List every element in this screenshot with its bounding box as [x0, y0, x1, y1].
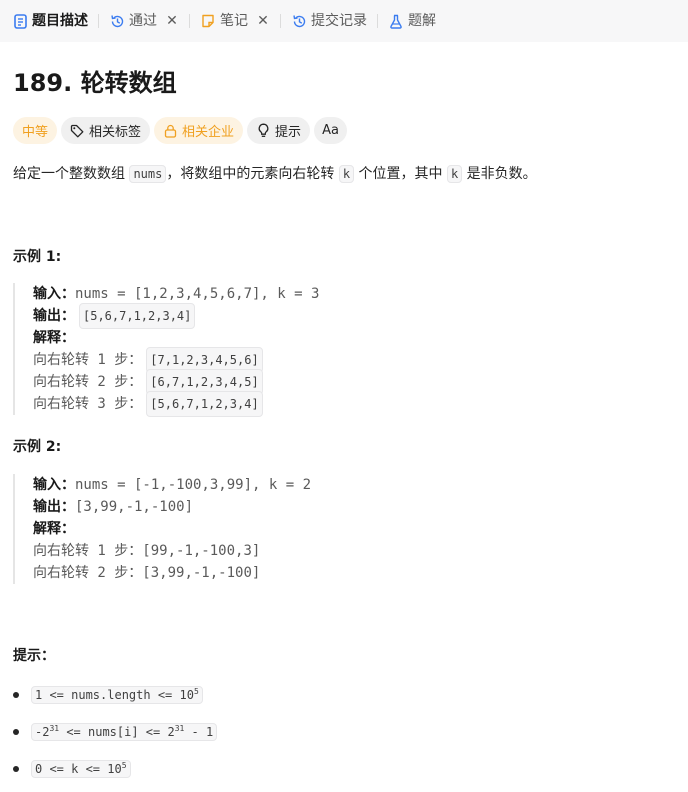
tab-notes[interactable]: 笔记 ✕ [196, 0, 274, 42]
explain-step: 向右轮转 1 步： [99,-1,-100,3] [33, 540, 311, 562]
font-toggle-label: Aa [322, 123, 339, 138]
history-icon [291, 13, 307, 29]
tab-accepted[interactable]: 通过 ✕ [105, 0, 183, 42]
lock-icon [163, 124, 177, 138]
constraint-exponent: 5 [121, 761, 127, 770]
input-label: 输入： [33, 286, 75, 302]
step-text: 向右轮转 1 步： [33, 543, 143, 559]
example-1-block: 输入： nums = [1,2,3,4,5,6,7], k = 3 输出： [5… [13, 283, 319, 417]
step-value: [99,-1,-100,3] [142, 543, 261, 559]
example-1-heading: 示例 1: [13, 249, 62, 265]
description-text: 给定一个整数数组 [13, 166, 130, 182]
constraint-code: 1 <= nums.length <= 105 [31, 686, 203, 704]
description-text: ，将数组中的元素向右轮转 [166, 166, 339, 182]
related-tags-label: 相关标签 [89, 125, 142, 140]
note-icon [200, 13, 216, 29]
tab-divider [98, 14, 99, 28]
step-value: [5,6,7,1,2,3,4] [146, 391, 263, 417]
tab-description-label: 题目描述 [32, 13, 88, 29]
input-label: 输入： [33, 477, 75, 493]
tab-accepted-label: 通过 [129, 13, 157, 29]
constraints-list: 1 <= nums.length <= 105 -231 <= nums[i] … [13, 683, 218, 792]
constraint-text: - 1 [184, 725, 214, 739]
output-label: 输出： [33, 308, 75, 324]
step-text: 向右轮转 3 步： [33, 396, 143, 412]
explain-step: 向右轮转 1 步： [7,1,2,3,4,5,6] [33, 347, 319, 373]
bullet-icon [13, 729, 19, 735]
tab-description[interactable]: 题目描述 [8, 0, 92, 42]
example-2-block: 输入： nums = [-1,-100,3,99], k = 2 输出： [3,… [13, 474, 311, 584]
related-companies-label: 相关企业 [182, 125, 235, 140]
related-companies-button[interactable]: 相关企业 [154, 117, 244, 144]
constraint-text: 0 <= k <= 10 [35, 762, 122, 776]
lightbulb-icon [256, 123, 270, 138]
problem-tabbar: 题目描述 通过 ✕ 笔记 ✕ 提交记录 题解 [0, 0, 688, 42]
hint-button[interactable]: 提示 [247, 117, 311, 144]
font-size-toggle[interactable]: Aa [314, 117, 347, 144]
explain-label: 解释： [33, 330, 75, 346]
tab-submissions-label: 提交记录 [311, 13, 367, 29]
explain-step: 向右轮转 3 步： [5,6,7,1,2,3,4] [33, 391, 319, 417]
example-explain-row: 解释： [33, 518, 311, 540]
problem-tags: 中等 相关标签 相关企业 提示 Aa [13, 117, 347, 144]
example-input-row: 输入： nums = [-1,-100,3,99], k = 2 [33, 474, 311, 496]
output-value: [5,6,7,1,2,3,4] [79, 303, 196, 329]
example-input-row: 输入： nums = [1,2,3,4,5,6,7], k = 3 [33, 283, 319, 305]
close-icon[interactable]: ✕ [256, 13, 270, 29]
example-2-heading: 示例 2: [13, 439, 62, 455]
input-value: nums = [-1,-100,3,99], k = 2 [75, 477, 312, 493]
step-text: 向右轮转 2 步： [33, 374, 143, 390]
constraint-code: 0 <= k <= 105 [31, 760, 131, 778]
description-text: 是非负数。 [462, 166, 537, 182]
bullet-icon [13, 692, 19, 698]
close-icon[interactable]: ✕ [165, 13, 179, 29]
tab-notes-label: 笔记 [220, 13, 248, 29]
flask-icon [388, 13, 404, 29]
tab-submissions[interactable]: 提交记录 [287, 0, 371, 42]
tab-solutions-label: 题解 [408, 13, 436, 29]
problem-title: 189. 轮转数组 [13, 69, 177, 97]
example-output-row: 输出： [3,99,-1,-100] [33, 496, 311, 518]
tag-icon [70, 124, 84, 138]
constraint-item: 1 <= nums.length <= 105 [13, 683, 217, 707]
constraint-code: -231 <= nums[i] <= 231 - 1 [31, 723, 218, 741]
constraint-item: 0 <= k <= 105 [13, 757, 217, 781]
output-value: [3,99,-1,-100] [75, 499, 194, 515]
explain-label: 解释： [33, 521, 75, 537]
explain-step: 向右轮转 2 步： [3,99,-1,-100] [33, 562, 311, 584]
constraint-text: <= nums[i] <= 2 [59, 725, 175, 739]
input-value: nums = [1,2,3,4,5,6,7], k = 3 [75, 286, 320, 302]
tab-solutions[interactable]: 题解 [384, 0, 440, 42]
constraints-heading: 提示： [13, 648, 55, 664]
description-text: 个位置，其中 [354, 166, 447, 182]
hint-label: 提示 [275, 125, 302, 140]
step-text: 向右轮转 1 步： [33, 352, 143, 368]
constraint-text: 1 <= nums.length <= 10 [35, 688, 194, 702]
constraint-item: -231 <= nums[i] <= 231 - 1 [13, 720, 218, 744]
output-label: 输出： [33, 499, 75, 515]
bullet-icon [13, 766, 19, 772]
example-explain-row: 解释： [33, 327, 319, 349]
constraint-text: -2 [35, 725, 50, 739]
explain-step: 向右轮转 2 步： [6,7,1,2,3,4,5] [33, 369, 319, 395]
difficulty-badge: 中等 [13, 117, 58, 144]
inline-code: k [338, 165, 355, 183]
description-icon [12, 13, 28, 29]
history-icon [109, 13, 125, 29]
constraint-exponent: 5 [193, 687, 199, 696]
problem-description: 给定一个整数数组 nums ，将数组中的元素向右轮转 k 个位置，其中 k 是非负… [13, 162, 537, 186]
tab-divider [377, 14, 378, 28]
step-value: [3,99,-1,-100] [142, 565, 261, 581]
related-tags-button[interactable]: 相关标签 [61, 117, 151, 144]
inline-code: k [446, 165, 463, 183]
tab-divider [189, 14, 190, 28]
step-text: 向右轮转 2 步： [33, 565, 143, 581]
inline-code: nums [129, 165, 167, 183]
tab-divider [280, 14, 281, 28]
example-output-row: 输出： [5,6,7,1,2,3,4] [33, 303, 319, 329]
constraint-exponent: 31 [49, 724, 60, 733]
constraint-exponent: 31 [174, 724, 185, 733]
